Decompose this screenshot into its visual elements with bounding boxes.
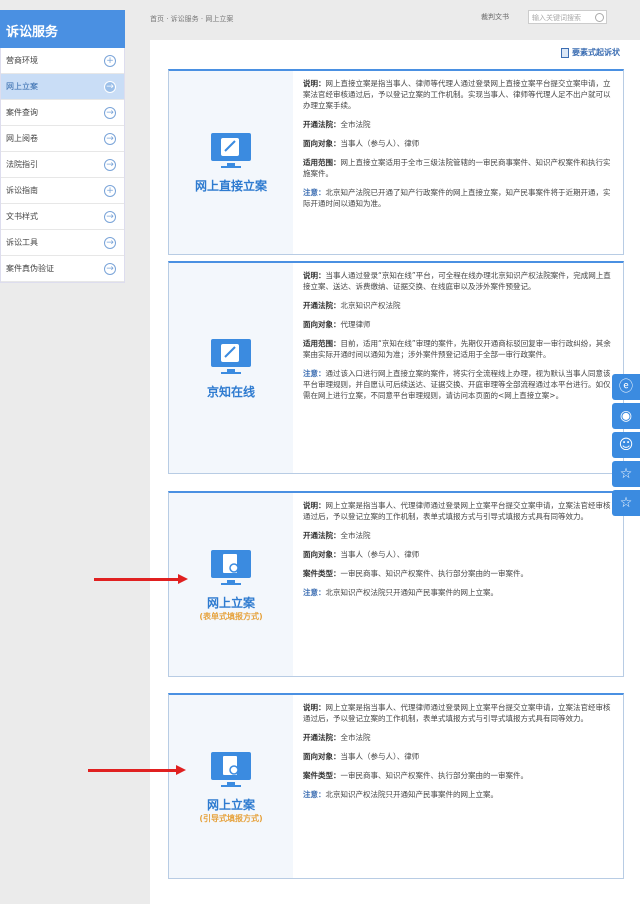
star-icon[interactable]: ☆ xyxy=(612,490,640,516)
card-body: 说明：网上直接立案是指当事人、律师等代理人通过登录网上直接立案平台提交立案申请，… xyxy=(303,79,611,208)
sidebar-item-label: 案件查询 xyxy=(6,108,38,117)
search-icon[interactable] xyxy=(595,13,604,22)
card-entry[interactable]: 网上直接立案 xyxy=(169,71,293,254)
arrow-right-icon: → xyxy=(104,158,116,171)
arrow-right-icon: → xyxy=(104,80,116,93)
sidebar: 诉讼服务 营商环境 + 网上立案 → 案件查询 → 网上阅卷 → 法院指引 → 诉讼指南 +… xyxy=(0,10,125,283)
monitor-doc-icon xyxy=(211,751,251,787)
people-icon[interactable]: ☺ xyxy=(612,432,640,458)
sidebar-item-label: 诉讼指南 xyxy=(6,186,38,195)
arrow-right-icon: → xyxy=(104,106,116,119)
sidebar-item-label: 网上阅卷 xyxy=(6,134,38,143)
plus-icon: + xyxy=(104,54,116,67)
sidebar-item-label: 文书样式 xyxy=(6,212,38,221)
sidebar-item-online-filing[interactable]: 网上立案 → xyxy=(1,74,124,100)
monitor-edit-icon xyxy=(211,338,251,374)
arrow-right-icon: → xyxy=(104,236,116,249)
plus-icon: + xyxy=(104,184,116,197)
card-title: 京知在线 xyxy=(206,384,255,399)
card-entry[interactable]: 京知在线 xyxy=(169,263,293,473)
sidebar-item-label: 网上立案 xyxy=(6,82,38,91)
search-placeholder: 输入关键词搜索 xyxy=(532,14,581,22)
sidebar-item-court-guide[interactable]: 法院指引 → xyxy=(1,152,124,178)
element-complaint-link[interactable]: 要素式起诉状 xyxy=(561,47,620,58)
card-title: 网上直接立案 xyxy=(194,179,267,193)
card-jingzhi-online: 京知在线 说明：当事人通过登录“京知在线”平台，可全程在线办理北京知识产权法院案… xyxy=(168,261,624,474)
monitor-doc-icon xyxy=(211,549,251,585)
card-online-filing-guided: 网上立案 (引导式填报方式) 说明：网上立案是指当事人、代理律师通过登录网上立案… xyxy=(168,693,624,879)
card-direct-filing: 网上直接立案 说明：网上直接立案是指当事人、律师等代理人通过登录网上直接立案平台… xyxy=(168,69,624,255)
arrow-right-icon: → xyxy=(104,262,116,275)
main-panel: 要素式起诉状 网上直接立案 说明：网上直接立案是指当事人、律师等代理人通过登录网… xyxy=(150,40,640,904)
card-online-filing-form: 网上立案 (表单式填报方式) 说明：网上立案是指当事人、代理律师通过登录网上立案… xyxy=(168,491,624,677)
arrow-right-icon: → xyxy=(104,210,116,223)
red-arrow-annotation xyxy=(94,574,188,584)
element-complaint-label: 要素式起诉状 xyxy=(572,48,620,57)
card-body: 说明：网上立案是指当事人、代理律师通过登录网上立案平台提交立案申请，立案法官经审… xyxy=(303,501,611,597)
badge-icon[interactable]: ◉ xyxy=(612,403,640,429)
document-icon xyxy=(561,47,569,58)
floating-toolbar: ⓔ ◉ ☺ ☆ ☆ xyxy=(612,374,640,519)
sidebar-item-litigation-guide[interactable]: 诉讼指南 + xyxy=(1,178,124,204)
sidebar-item-label: 法院指引 xyxy=(6,160,38,169)
sidebar-item-litigation-tools[interactable]: 诉讼工具 → xyxy=(1,230,124,256)
sidebar-item-online-review[interactable]: 网上阅卷 → xyxy=(1,126,124,152)
card-subtitle: (引导式填报方式) xyxy=(199,813,263,823)
search-input[interactable]: 输入关键词搜索 xyxy=(528,10,607,24)
card-entry[interactable]: 网上立案 (表单式填报方式) xyxy=(169,493,293,676)
sidebar-item-label: 诉讼工具 xyxy=(6,238,38,247)
breadcrumb: 首页 · 诉讼服务 · 网上立案 xyxy=(150,15,234,23)
judgment-docs-link[interactable]: 裁判文书 xyxy=(481,12,509,22)
sidebar-item-doc-templates[interactable]: 文书样式 → xyxy=(1,204,124,230)
star-icon[interactable]: ☆ xyxy=(612,461,640,487)
sidebar-list: 营商环境 + 网上立案 → 案件查询 → 网上阅卷 → 法院指引 → 诉讼指南 + 文书样式… xyxy=(0,48,125,283)
card-body: 说明：当事人通过登录“京知在线”平台，可全程在线办理北京知识产权法院案件，完成网… xyxy=(303,271,611,400)
sidebar-item-label: 营商环境 xyxy=(6,56,38,65)
card-entry[interactable]: 网上立案 (引导式填报方式) xyxy=(169,695,293,878)
sidebar-item-business-env[interactable]: 营商环境 + xyxy=(1,48,124,74)
card-subtitle: (表单式填报方式) xyxy=(199,611,263,621)
red-arrow-annotation xyxy=(88,765,186,775)
card-title: 网上立案 xyxy=(206,797,255,812)
monitor-edit-icon xyxy=(211,133,251,168)
arrow-right-icon: → xyxy=(104,132,116,145)
e-icon[interactable]: ⓔ xyxy=(612,374,640,400)
sidebar-title: 诉讼服务 xyxy=(0,10,125,48)
sidebar-item-case-query[interactable]: 案件查询 → xyxy=(1,100,124,126)
sidebar-item-case-verify[interactable]: 案件真伪验证 → xyxy=(1,256,124,282)
card-body: 说明：网上立案是指当事人、代理律师通过登录网上立案平台提交立案申请，立案法官经审… xyxy=(303,703,611,799)
card-title: 网上立案 xyxy=(206,595,255,610)
sidebar-item-label: 案件真伪验证 xyxy=(6,264,54,273)
